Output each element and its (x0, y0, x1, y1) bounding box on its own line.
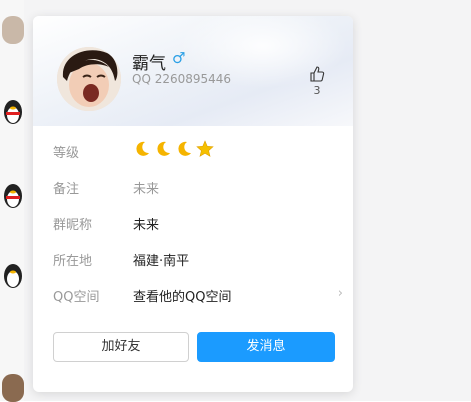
qq-penguin-icon[interactable] (2, 182, 24, 210)
group-nickname-row: 群昵称 未来 (53, 214, 343, 234)
location-value: 福建·南平 (133, 254, 190, 269)
level-icons (133, 140, 214, 158)
level-label: 等级 (53, 146, 80, 161)
level-row: 等级 (53, 140, 343, 162)
qq-penguin-icon[interactable] (2, 98, 24, 126)
remark-label: 备注 (53, 182, 80, 197)
like-icon[interactable] (307, 66, 327, 86)
profile-card: 霸气 ♂ QQ 2260895446 3 等级 备注 未来 群昵称 未来 所在地… (33, 16, 353, 392)
chevron-right-icon: › (337, 286, 343, 301)
group-nickname-value: 未来 (133, 218, 160, 233)
remark-value[interactable]: 未来 (133, 178, 159, 197)
star-icon (196, 140, 214, 157)
profile-avatar[interactable] (57, 47, 121, 111)
moon-icon (178, 141, 191, 156)
qq-penguin-icon[interactable] (2, 262, 24, 290)
qzone-label: QQ空间 (53, 290, 100, 305)
remark-row: 备注 未来 (53, 178, 343, 198)
qzone-row[interactable]: QQ空间 查看他的QQ空间 › (53, 286, 343, 306)
send-message-button[interactable]: 发消息 (197, 332, 335, 362)
qq-number: QQ 2260895446 (132, 72, 232, 86)
avatar[interactable] (2, 374, 24, 402)
male-gender-icon: ♂ (172, 49, 186, 67)
moon-icon (157, 141, 170, 156)
location-row: 所在地 福建·南平 (53, 250, 343, 270)
avatar[interactable] (2, 16, 24, 44)
chat-list-strip (0, 0, 24, 402)
add-friend-button[interactable]: 加好友 (53, 332, 189, 362)
profile-name: 霸气 (132, 54, 166, 74)
moon-icon (136, 141, 149, 156)
group-nickname-label: 群昵称 (53, 218, 93, 233)
location-label: 所在地 (53, 254, 93, 269)
qzone-link[interactable]: 查看他的QQ空间 (133, 286, 231, 305)
like-count: 3 (313, 84, 321, 97)
